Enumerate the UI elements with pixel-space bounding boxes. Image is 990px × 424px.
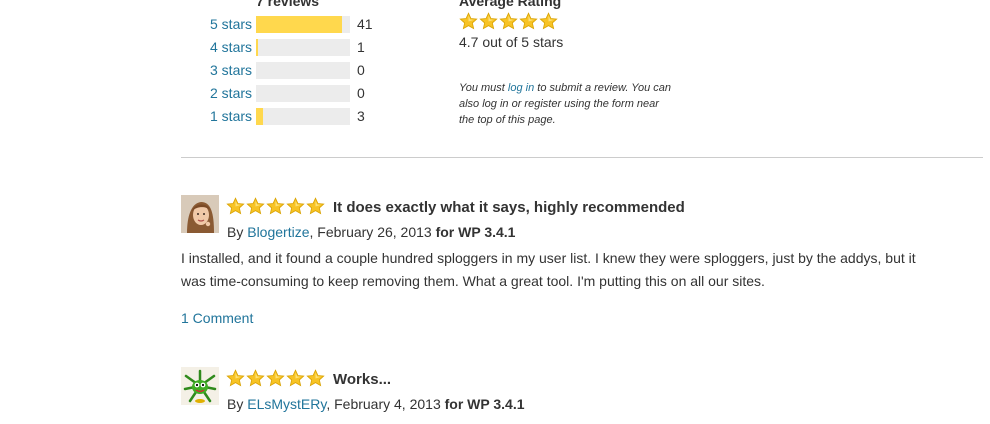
average-rating-text: 4.7 out of 5 stars — [459, 34, 564, 50]
histogram-bar-track — [256, 62, 350, 79]
review-by-label: By — [227, 396, 248, 412]
login-note-prefix: You must — [459, 82, 508, 94]
review-meta: By Blogertize, February 26, 2013 for WP … — [227, 224, 515, 240]
histogram-count: 3 — [357, 108, 365, 124]
star-icon — [479, 12, 498, 30]
histogram-label-4-stars[interactable]: 4 stars — [210, 38, 254, 56]
review-author-link[interactable]: Blogertize — [247, 224, 309, 240]
star-icon — [226, 369, 245, 387]
histogram-label-5-stars[interactable]: 5 stars — [210, 15, 254, 33]
histogram-bar-fill — [256, 39, 258, 56]
review-stars — [226, 369, 326, 388]
star-icon — [266, 197, 285, 215]
review-date: , February 26, 2013 — [309, 224, 436, 240]
star-icon — [539, 12, 558, 30]
star-icon — [306, 369, 325, 387]
average-rating-title: Average Rating — [459, 0, 562, 9]
login-note: You must log in to submit a review. You … — [459, 80, 674, 128]
comment-count-link[interactable]: 1 Comment — [181, 310, 253, 326]
star-icon — [246, 369, 265, 387]
star-icon — [519, 12, 538, 30]
review-body: I installed, and it found a couple hundr… — [181, 250, 916, 289]
histogram-bar-track — [256, 85, 350, 102]
section-divider — [181, 157, 983, 158]
star-icon — [499, 12, 518, 30]
reviewer-avatar[interactable] — [181, 367, 219, 405]
review-meta: By ELsMystERy, February 4, 2013 for WP 3… — [227, 396, 525, 412]
login-link[interactable]: log in — [508, 82, 534, 94]
histogram-bar-track — [256, 108, 350, 125]
histogram-count: 0 — [357, 85, 365, 101]
review-wp-version: for WP 3.4.1 — [444, 396, 525, 412]
review-title: Works... — [333, 371, 392, 388]
star-icon — [226, 197, 245, 215]
green-creature-avatar-icon — [181, 367, 219, 405]
review-stars — [226, 197, 326, 216]
histogram-bar-fill — [256, 16, 342, 33]
reviews-count: 7 reviews — [256, 0, 320, 9]
histogram-bar-fill — [256, 108, 263, 125]
star-icon — [459, 12, 478, 30]
histogram-count: 1 — [357, 39, 365, 55]
review-author-link[interactable]: ELsMystERy — [247, 396, 326, 412]
review-title: It does exactly what it says, highly rec… — [333, 199, 685, 216]
star-icon — [306, 197, 325, 215]
histogram-count: 0 — [357, 62, 365, 78]
star-icon — [266, 369, 285, 387]
star-icon — [246, 197, 265, 215]
review-by-label: By — [227, 224, 248, 240]
histogram-count: 41 — [357, 16, 373, 32]
histogram-label-2-stars[interactable]: 2 stars — [210, 84, 254, 102]
person-avatar-icon — [181, 195, 219, 233]
histogram-label-1-stars[interactable]: 1 stars — [210, 107, 254, 125]
review-date: , February 4, 2013 — [326, 396, 445, 412]
average-rating-stars — [459, 12, 559, 32]
review-wp-version: for WP 3.4.1 — [435, 224, 516, 240]
star-icon — [286, 197, 305, 215]
histogram-label-3-stars[interactable]: 3 stars — [210, 61, 254, 79]
star-icon — [286, 369, 305, 387]
histogram-bar-track — [256, 39, 350, 56]
histogram-bar-track — [256, 16, 350, 33]
reviewer-avatar[interactable] — [181, 195, 219, 233]
